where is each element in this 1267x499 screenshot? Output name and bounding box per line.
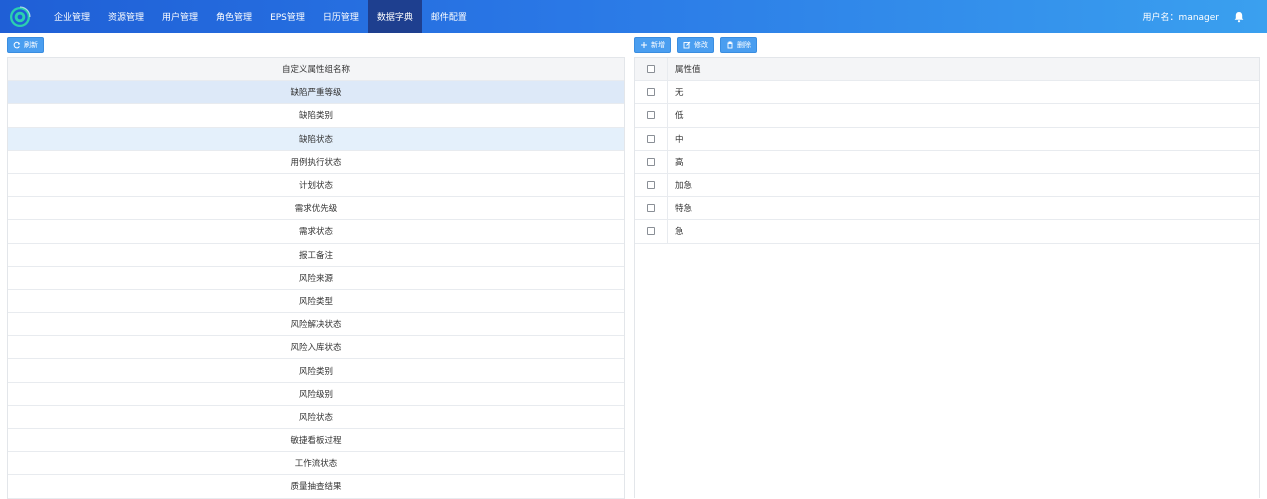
row-value: 特急 xyxy=(675,204,693,215)
table-header: 属性值 xyxy=(635,58,1259,82)
nav-item[interactable]: 邮件配置 xyxy=(422,0,476,33)
row-value: 加急 xyxy=(675,181,693,192)
delete-button[interactable]: 删除 xyxy=(720,37,757,53)
user-area: 用户名：manager xyxy=(1143,10,1267,23)
table-row[interactable]: 需求优先级 xyxy=(8,197,624,221)
row-checkbox[interactable] xyxy=(635,150,668,173)
table-header: 自定义属性组名称 xyxy=(8,58,624,82)
table-row[interactable]: 缺陷严重等级 xyxy=(8,81,624,105)
table-row[interactable]: 用例执行状态 xyxy=(8,151,624,174)
table-row[interactable]: 缺陷状态 xyxy=(8,127,624,151)
main-nav: 企业管理 资源管理 用户管理 角色管理 EPS管理 日历管理 数据字典 邮件配置 xyxy=(45,0,476,33)
row-label: 需求状态 xyxy=(298,227,333,238)
nav-item[interactable]: 用户管理 xyxy=(153,0,207,33)
table-row[interactable]: 低 xyxy=(635,104,1259,128)
refresh-button[interactable]: 刷新 xyxy=(7,37,44,53)
table-row[interactable]: 中 xyxy=(635,127,1259,151)
table-row[interactable]: 无 xyxy=(635,81,1259,105)
user-name-label[interactable]: 用户名：manager xyxy=(1143,10,1219,23)
property-group-table: 自定义属性组名称 缺陷严重等级 缺陷类别缺陷状态用例执行状态 计划状态需求优先级需求… xyxy=(7,57,625,499)
table-row[interactable]: 计划状态 xyxy=(8,174,624,198)
property-value-table: 属性值 无低中高加急特急急 xyxy=(634,57,1260,498)
table-row[interactable]: 急 xyxy=(635,220,1259,244)
row-label: 用例执行状态 xyxy=(290,157,342,168)
row-label: 风险级别 xyxy=(298,389,333,400)
row-label: 计划状态 xyxy=(298,181,333,192)
header-cell: 属性值 xyxy=(675,65,701,76)
row-checkbox[interactable] xyxy=(635,173,668,197)
table-row[interactable]: 风险类型 xyxy=(8,290,624,314)
table-row[interactable]: 风险状态 xyxy=(8,406,624,429)
row-label: 风险类别 xyxy=(298,366,333,377)
delete-label: 删除 xyxy=(737,41,751,49)
table-row[interactable]: 工作流状态 xyxy=(8,452,624,476)
plus-icon xyxy=(641,42,647,48)
refresh-icon xyxy=(13,41,21,49)
table-row[interactable]: 风险级别 xyxy=(8,383,624,406)
select-all-checkbox[interactable] xyxy=(635,58,668,81)
table-row[interactable]: 高 xyxy=(635,150,1259,174)
row-checkbox[interactable] xyxy=(635,197,668,220)
table-row[interactable]: 风险来源 xyxy=(8,267,624,290)
table-row[interactable]: 缺陷类别 xyxy=(8,104,624,128)
header-cell: 自定义属性组名称 xyxy=(281,65,350,76)
row-checkbox[interactable] xyxy=(635,104,668,127)
row-label: 缺陷严重等级 xyxy=(290,88,342,99)
refresh-label: 刷新 xyxy=(24,41,38,49)
row-label: 敏捷看板过程 xyxy=(290,436,342,447)
row-checkbox[interactable] xyxy=(635,220,668,243)
table-row[interactable]: 风险入库状态 xyxy=(8,336,624,360)
table-row[interactable]: 风险解决状态 xyxy=(8,313,624,337)
row-value: 急 xyxy=(675,227,684,238)
row-label: 需求优先级 xyxy=(294,204,338,215)
row-label: 缺陷状态 xyxy=(298,134,333,145)
add-label: 新增 xyxy=(651,41,665,49)
row-label: 工作流状态 xyxy=(294,459,338,470)
row-label: 风险来源 xyxy=(298,273,333,284)
row-label: 风险入库状态 xyxy=(290,343,342,354)
nav-item[interactable]: 数据字典 xyxy=(367,0,422,33)
table-row[interactable]: 特急 xyxy=(635,197,1259,221)
nav-item[interactable]: 角色管理 xyxy=(207,0,261,33)
row-label: 报工备注 xyxy=(298,250,333,261)
logo-icon[interactable] xyxy=(9,5,31,28)
row-label: 质量抽查结果 xyxy=(290,482,342,493)
row-value: 无 xyxy=(675,88,684,99)
edit-icon xyxy=(683,41,691,49)
nav-item[interactable]: EPS管理 xyxy=(261,0,314,33)
edit-label: 修改 xyxy=(694,41,708,49)
edit-button[interactable]: 修改 xyxy=(677,37,714,53)
nav-item[interactable]: 日历管理 xyxy=(314,0,368,33)
table-row[interactable]: 加急 xyxy=(635,173,1259,198)
table-row[interactable]: 风险类别 xyxy=(8,359,624,383)
nav-item[interactable]: 资源管理 xyxy=(99,0,153,33)
top-nav-bar: 企业管理 资源管理 用户管理 角色管理 EPS管理 日历管理 数据字典 邮件配置 用户名：ma… xyxy=(0,0,1267,33)
row-label: 风险状态 xyxy=(298,412,333,423)
table-row[interactable]: 报工备注 xyxy=(8,244,624,267)
bell-icon[interactable] xyxy=(1233,11,1245,23)
table-row[interactable]: 质量抽查结果 xyxy=(8,475,624,499)
row-checkbox[interactable] xyxy=(635,127,668,150)
trash-icon xyxy=(727,41,733,49)
nav-item[interactable]: 企业管理 xyxy=(45,0,99,33)
add-button[interactable]: 新增 xyxy=(634,37,671,53)
row-label: 风险解决状态 xyxy=(290,320,342,331)
row-label: 缺陷类别 xyxy=(298,111,333,122)
row-checkbox[interactable] xyxy=(635,81,668,104)
table-row[interactable]: 需求状态 xyxy=(8,220,624,244)
table-row[interactable]: 敏捷看板过程 xyxy=(8,429,624,453)
row-label: 风险类型 xyxy=(298,296,333,307)
row-value: 中 xyxy=(675,134,684,145)
row-value: 低 xyxy=(675,111,684,122)
row-value: 高 xyxy=(675,157,684,168)
